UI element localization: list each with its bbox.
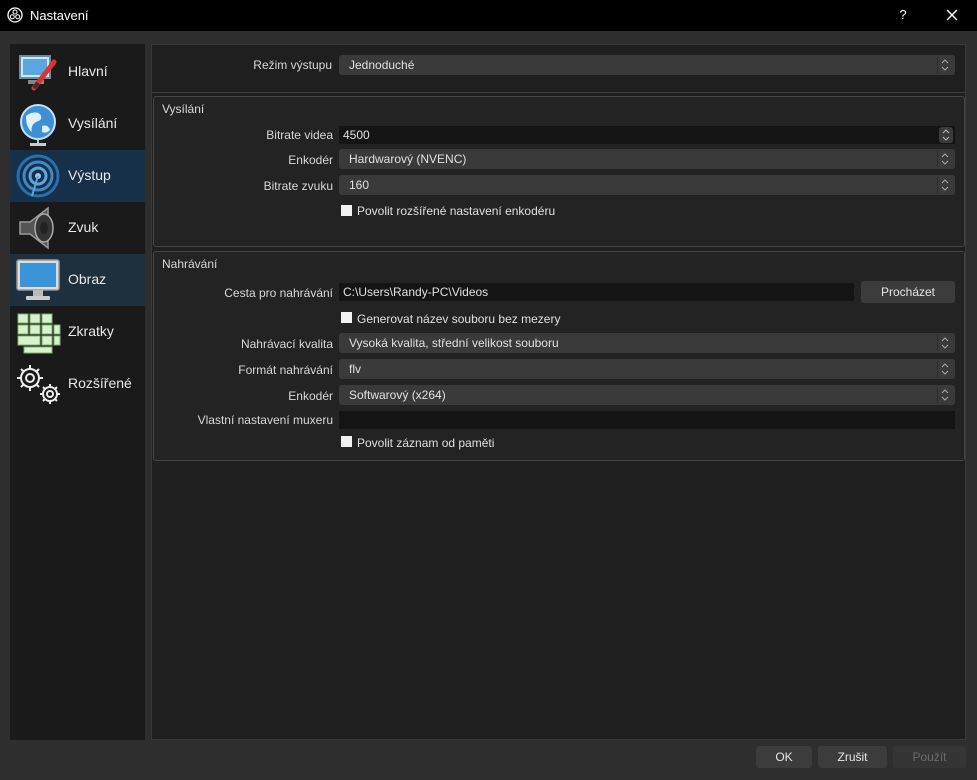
video-bitrate-value: 4500 [343,128,370,142]
speaker-icon [19,206,54,250]
updown-arrows-icon [937,361,949,377]
video-bitrate-spinbox[interactable]: 4500 [339,126,955,144]
sidebar-item-label: Hlavní [68,63,108,79]
stream-encoder-value: Hardwarový (NVENC) [349,152,467,166]
audio-bitrate-value: 160 [349,178,370,192]
updown-arrows-icon [937,151,949,167]
obs-logo-icon [7,7,23,23]
recording-encoder-select[interactable]: Softwarový (x264) [339,385,955,405]
recording-path-input[interactable]: C:\Users\Randy-PC\Videos [339,283,854,301]
apply-button[interactable]: Použít [893,746,966,768]
stream-encoder-select[interactable]: Hardwarový (NVENC) [339,149,955,169]
sidebar-item-label: Zkratky [68,323,114,339]
sidebar-item-label: Vysílání [68,115,118,131]
separator [152,92,965,93]
sidebar-item-output[interactable]: Výstup [10,150,145,202]
updown-arrows-icon [937,177,949,193]
recording-group-title: Nahrávání [162,257,218,271]
recording-encoder-label: Enkodér [288,389,333,403]
help-button[interactable]: ? [892,4,914,26]
audio-bitrate-label: Bitrate zvuku [263,179,333,193]
sidebar-item-label: Rozšířené [68,375,132,391]
ok-button[interactable]: OK [756,746,812,768]
recording-encoder-value: Softwarový (x264) [349,388,446,402]
recording-format-value: flv [349,362,361,376]
stream-encoder-label: Enkodér [288,153,333,167]
audio-bitrate-select[interactable]: 160 [339,175,955,195]
recording-format-label: Formát nahrávání [238,363,333,377]
no-space-filename-label: Generovat název souboru bez mezery [357,312,561,326]
cancel-button[interactable]: Zrušit [818,746,887,768]
output-mode-value: Jednoduché [349,58,415,72]
spin-arrows-icon[interactable] [939,127,953,143]
general-icon [19,55,57,91]
sidebar-item-audio[interactable]: Zvuk [10,202,145,254]
sidebar-item-label: Zvuk [68,219,99,235]
output-mode-label: Režim výstupu [253,58,332,72]
sidebar-item-general[interactable]: Hlavní [10,46,145,98]
recording-quality-value: Vysoká kvalita, střední velikost souboru [349,336,559,350]
recording-format-select[interactable]: flv [339,359,955,379]
title-bar: Nastavení ? [0,0,977,31]
gears-icon [17,365,60,404]
recording-path-label: Cesta pro nahrávání [224,286,333,300]
replay-buffer-label: Povolit záznam od paměti [357,436,495,450]
sidebar-item-label: Obraz [68,271,107,287]
monitor-icon [16,259,60,300]
advanced-encoder-label: Povolit rozšířené nastavení enkodéru [357,204,556,218]
streaming-group: Vysílání [153,96,965,247]
globe-icon [20,104,56,146]
muxer-settings-input[interactable] [339,411,955,429]
sidebar-item-video[interactable]: Obraz [10,254,145,306]
output-mode-select[interactable]: Jednoduché [339,55,955,75]
sidebar-item-stream[interactable]: Vysílání [10,98,145,150]
close-icon[interactable] [940,4,964,26]
video-bitrate-label: Bitrate videa [266,128,333,142]
advanced-encoder-checkbox[interactable] [341,205,352,216]
settings-sidebar: Hlavní Vysílání Výstup Zvuk Obraz Zkratk… [10,44,145,740]
muxer-settings-label: Vlastní nastavení muxeru [197,413,333,427]
sidebar-item-hotkeys[interactable]: Zkratky [10,306,145,358]
recording-quality-label: Nahrávací kvalita [240,337,333,351]
keyboard-icon [17,313,61,354]
browse-button[interactable]: Procházet [861,281,955,303]
updown-arrows-icon [937,335,949,351]
streaming-group-title: Vysílání [162,102,205,116]
updown-arrows-icon [937,57,949,73]
broadcast-icon [16,154,60,198]
recording-path-value: C:\Users\Randy-PC\Videos [343,285,489,299]
window-title: Nastavení [30,8,89,23]
sidebar-item-label: Výstup [68,167,111,183]
replay-buffer-checkbox[interactable] [341,436,352,447]
no-space-filename-checkbox[interactable] [341,312,352,323]
updown-arrows-icon [937,387,949,403]
recording-quality-select[interactable]: Vysoká kvalita, střední velikost souboru [339,333,955,353]
sidebar-item-advanced[interactable]: Rozšířené [10,358,145,410]
